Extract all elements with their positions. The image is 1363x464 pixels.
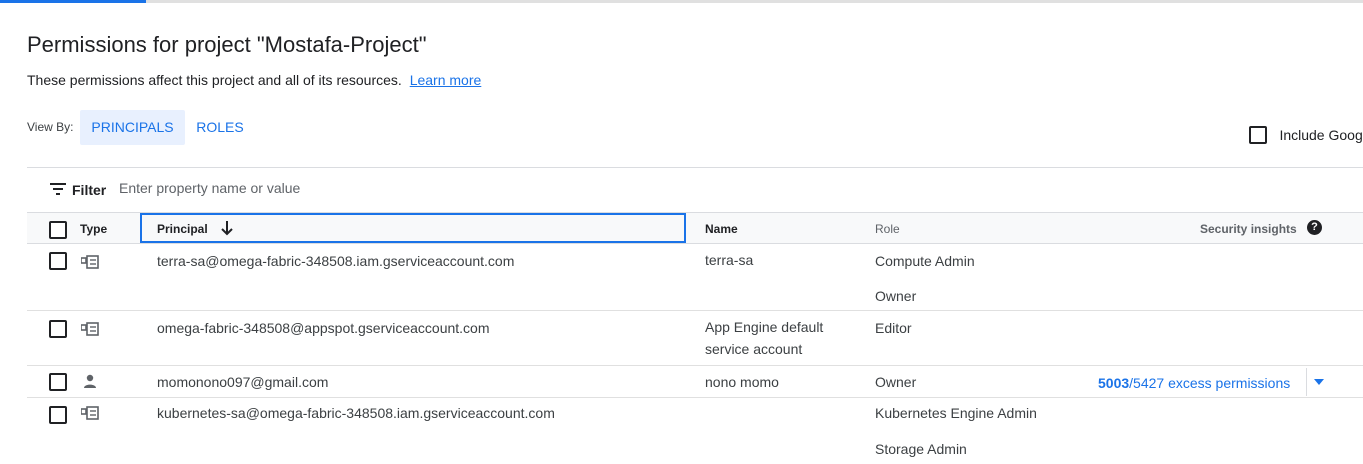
service-account-icon — [81, 322, 99, 336]
tab-roles[interactable]: ROLES — [185, 110, 255, 145]
include-google-checkbox[interactable] — [1249, 126, 1267, 144]
sort-descending-icon[interactable] — [220, 220, 234, 236]
principal-name: nono momo — [705, 374, 779, 390]
column-header-role[interactable]: Role — [875, 222, 900, 236]
column-header-type[interactable]: Type — [80, 222, 107, 236]
principal-email[interactable]: kubernetes-sa@omega-fabric-348508.iam.gs… — [157, 405, 555, 421]
select-all-checkbox[interactable] — [49, 221, 67, 239]
service-account-icon — [81, 255, 99, 269]
view-by-label: View By: — [27, 120, 74, 134]
filter-bar: Filter — [27, 168, 1363, 212]
learn-more-link[interactable]: Learn more — [410, 72, 482, 88]
principal-email[interactable]: omega-fabric-348508@appspot.gserviceacco… — [157, 320, 490, 336]
table-row: terra-sa@omega-fabric-348508.iam.gservic… — [27, 244, 1363, 311]
role-item: Editor — [875, 320, 912, 336]
excess-count: 5003 — [1098, 375, 1130, 391]
role-item: Owner — [875, 288, 917, 304]
help-icon[interactable]: ? — [1307, 220, 1322, 235]
include-google-toggle[interactable]: Include Googl — [1249, 126, 1363, 144]
principal-email[interactable]: terra-sa@omega-fabric-348508.iam.gservic… — [157, 253, 514, 269]
principal-email[interactable]: momonono097@gmail.com — [157, 374, 328, 390]
column-header-security-insights[interactable]: Security insights — [1200, 222, 1297, 236]
service-account-icon — [81, 406, 99, 420]
table-row: momonono097@gmail.com nono momo Owner 50… — [27, 366, 1363, 398]
page-description: These permissions affect this project an… — [27, 72, 481, 88]
filter-icon — [50, 183, 66, 196]
top-tab-strip — [0, 0, 1363, 3]
column-header-principal-label: Principal — [157, 222, 208, 236]
role-item: Storage Admin — [875, 441, 967, 457]
filter-input[interactable] — [119, 180, 519, 196]
person-icon — [84, 374, 96, 388]
iam-permissions-page: Permissions for project "Mostafa-Project… — [0, 0, 1363, 464]
table-row: kubernetes-sa@omega-fabric-348508.iam.gs… — [27, 398, 1363, 464]
table-row: omega-fabric-348508@appspot.gserviceacco… — [27, 311, 1363, 366]
description-text: These permissions affect this project an… — [27, 72, 402, 88]
column-header-principal[interactable]: Principal — [140, 213, 686, 243]
role-item: Owner — [875, 374, 917, 390]
row-checkbox[interactable] — [49, 320, 67, 338]
column-header-name[interactable]: Name — [705, 222, 738, 236]
tab-principals[interactable]: PRINCIPALS — [80, 110, 185, 145]
row-checkbox[interactable] — [49, 406, 67, 424]
row-checkbox[interactable] — [49, 373, 67, 391]
table-header: Type Principal Name Role Security insigh… — [27, 212, 1363, 244]
role-item: Compute Admin — [875, 253, 975, 269]
divider — [1306, 368, 1307, 396]
excess-label: excess permissions — [1164, 375, 1291, 391]
role-item: Kubernetes Engine Admin — [875, 405, 1037, 421]
active-tab-indicator — [0, 0, 146, 3]
principal-name: terra-sa — [705, 252, 754, 268]
page-title: Permissions for project "Mostafa-Project… — [27, 32, 427, 57]
total-count: /5427 — [1129, 375, 1165, 391]
dropdown-arrow-icon[interactable] — [1314, 379, 1324, 385]
principal-name: App Engine default service account — [705, 319, 824, 357]
row-checkbox[interactable] — [49, 252, 67, 270]
include-google-label: Include Googl — [1279, 127, 1363, 143]
excess-permissions-link[interactable]: 5003/5427 excess permissions — [1098, 375, 1290, 391]
filter-label: Filter — [72, 182, 107, 198]
